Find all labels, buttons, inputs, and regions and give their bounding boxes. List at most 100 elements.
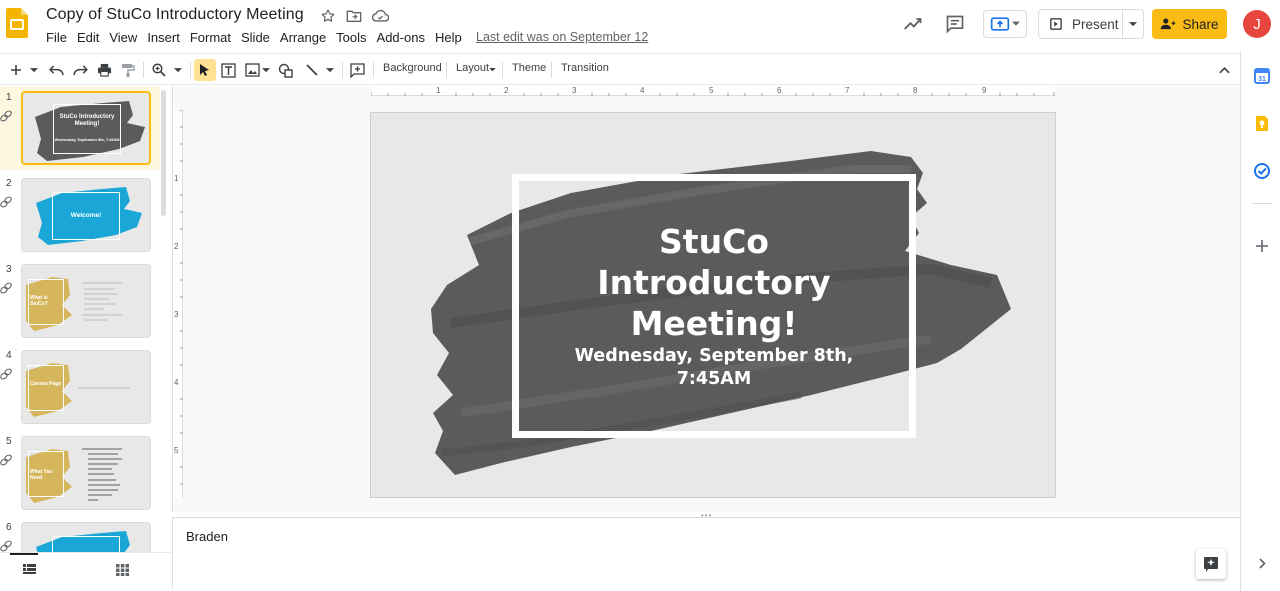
present-meeting-icon [990, 17, 1010, 31]
menu-insert[interactable]: Insert [147, 30, 180, 46]
horizontal-ruler[interactable]: 1 2 3 4 5 6 7 8 9 [371, 86, 1055, 96]
thumb-title: StuCo Introductory Meeting! [59, 114, 115, 127]
link-icon [0, 282, 12, 294]
view-active-indicator [10, 553, 38, 555]
image-dropdown-icon[interactable] [261, 60, 271, 80]
explore-icon [1204, 557, 1218, 572]
main-toolbar: Background Layout Theme Transition [0, 53, 1240, 85]
thumb-frame [53, 104, 121, 154]
title-bar: Copy of StuCo Introductory Meeting File … [0, 0, 1271, 52]
menu-edit[interactable]: Edit [77, 30, 99, 46]
add-comment-icon[interactable] [348, 60, 366, 80]
menu-format[interactable]: Format [190, 30, 231, 46]
paint-format-icon[interactable] [119, 60, 137, 80]
menu-add-ons[interactable]: Add-ons [377, 30, 425, 46]
menu-arrange[interactable]: Arrange [280, 30, 326, 46]
shape-icon[interactable] [277, 60, 295, 80]
speaker-notes-text[interactable]: Braden [186, 529, 228, 544]
present-options-button[interactable] [1123, 10, 1143, 38]
filmstrip-view-icon[interactable] [23, 564, 36, 575]
slide-thumbnail-3[interactable]: What is StuCo? [21, 264, 151, 338]
menu-file[interactable]: File [46, 30, 67, 46]
layout-button[interactable]: Layout [456, 62, 489, 74]
speaker-notes[interactable]: Braden [172, 517, 1240, 589]
svg-text:31: 31 [1258, 76, 1266, 83]
activity-trend-icon[interactable] [902, 13, 924, 35]
link-icon [0, 540, 12, 552]
slide-subtitle[interactable]: Wednesday, September 8th, 7:45AM [521, 345, 907, 391]
menu-tools[interactable]: Tools [336, 30, 366, 46]
new-slide-plus-icon[interactable] [8, 60, 24, 80]
zoom-dropdown-icon[interactable] [172, 60, 184, 80]
slide-thumbnail-5[interactable]: What You Need [21, 436, 151, 510]
theme-button[interactable]: Theme [512, 62, 546, 74]
menu-slide[interactable]: Slide [241, 30, 270, 46]
vertical-ruler[interactable]: 1 2 3 4 5 [173, 110, 183, 498]
menu-view[interactable]: View [109, 30, 137, 46]
filmstrip-footer [0, 552, 171, 588]
slide-thumbnail-2[interactable]: Welcome! [21, 178, 151, 252]
background-button[interactable]: Background [383, 62, 442, 74]
link-icon [0, 196, 12, 208]
line-icon[interactable] [303, 60, 321, 80]
slide-number: 5 [6, 436, 12, 447]
zoom-icon[interactable] [150, 60, 168, 80]
slide-filmstrip: 1 StuCo Introductory Meeting! Wednesday,… [0, 86, 171, 552]
present-to-meeting-button[interactable] [983, 10, 1027, 38]
menu-bar: File Edit View Insert Format Slide Arran… [46, 30, 472, 46]
ruler-mark: 4 [640, 86, 645, 95]
undo-icon[interactable] [47, 60, 65, 80]
side-panel: 31 [1240, 52, 1280, 591]
add-addon-icon[interactable] [1253, 237, 1271, 255]
share-button[interactable]: Share [1152, 9, 1227, 39]
cloud-status-icon[interactable] [370, 7, 390, 25]
new-slide-dropdown-icon[interactable] [28, 60, 40, 80]
chevron-down-icon [1012, 21, 1020, 26]
document-title[interactable]: Copy of StuCo Introductory Meeting [46, 6, 304, 24]
move-folder-icon[interactable] [344, 7, 364, 25]
slide-number: 4 [6, 350, 12, 361]
ruler-mark: 5 [174, 446, 179, 455]
ruler-mark: 2 [504, 86, 509, 95]
last-edit-link[interactable]: Last edit was on September 12 [476, 30, 648, 44]
keep-icon[interactable] [1253, 114, 1271, 132]
slides-logo-icon[interactable] [6, 8, 28, 38]
link-icon [0, 454, 12, 466]
side-divider [1252, 203, 1272, 204]
current-slide[interactable]: StuCo Introductory Meeting! Wednesday, S… [370, 112, 1056, 498]
line-dropdown-icon[interactable] [325, 60, 335, 80]
slide-thumbnail-1[interactable]: StuCo Introductory Meeting! Wednesday, S… [21, 91, 151, 165]
layout-dropdown-icon[interactable] [487, 60, 497, 80]
star-icon[interactable] [318, 7, 338, 25]
text-box-icon[interactable] [219, 60, 237, 80]
calendar-icon[interactable]: 31 [1253, 67, 1271, 85]
transition-button[interactable]: Transition [561, 62, 609, 74]
present-button[interactable]: Present [1039, 10, 1124, 38]
ruler-mark: 1 [174, 174, 179, 183]
slide-title[interactable]: StuCo Introductory Meeting! [521, 221, 907, 344]
slide-canvas-area: 1 2 3 4 5 6 7 8 9 1 2 3 4 5 StuCo Introd… [172, 86, 1240, 520]
slide-thumbnail-6[interactable] [21, 522, 151, 552]
print-icon[interactable] [95, 60, 113, 80]
tasks-icon[interactable] [1253, 162, 1271, 180]
account-avatar[interactable]: J [1243, 10, 1271, 38]
filmstrip-scrollbar[interactable] [161, 90, 166, 216]
ruler-mark: 3 [174, 310, 179, 319]
thumb-title: What You Need [30, 469, 53, 481]
expand-panel-icon[interactable] [1253, 554, 1271, 572]
slide-number: 3 [6, 264, 12, 275]
collapse-toolbar-icon[interactable] [1214, 60, 1234, 80]
toolbar-divider [342, 62, 343, 78]
toolbar-divider [190, 62, 191, 78]
comments-icon[interactable] [944, 13, 966, 35]
redo-icon[interactable] [71, 60, 89, 80]
grid-view-icon[interactable] [116, 564, 129, 576]
thumb-title: Canvas Page [30, 381, 62, 387]
insert-image-icon[interactable] [243, 60, 261, 80]
ruler-mark: 5 [709, 86, 714, 95]
menu-help[interactable]: Help [435, 30, 462, 46]
people-icon [1161, 18, 1176, 30]
explore-button[interactable] [1196, 549, 1226, 579]
slide-thumbnail-4[interactable]: Canvas Page [21, 350, 151, 424]
select-tool-icon[interactable] [194, 59, 216, 81]
